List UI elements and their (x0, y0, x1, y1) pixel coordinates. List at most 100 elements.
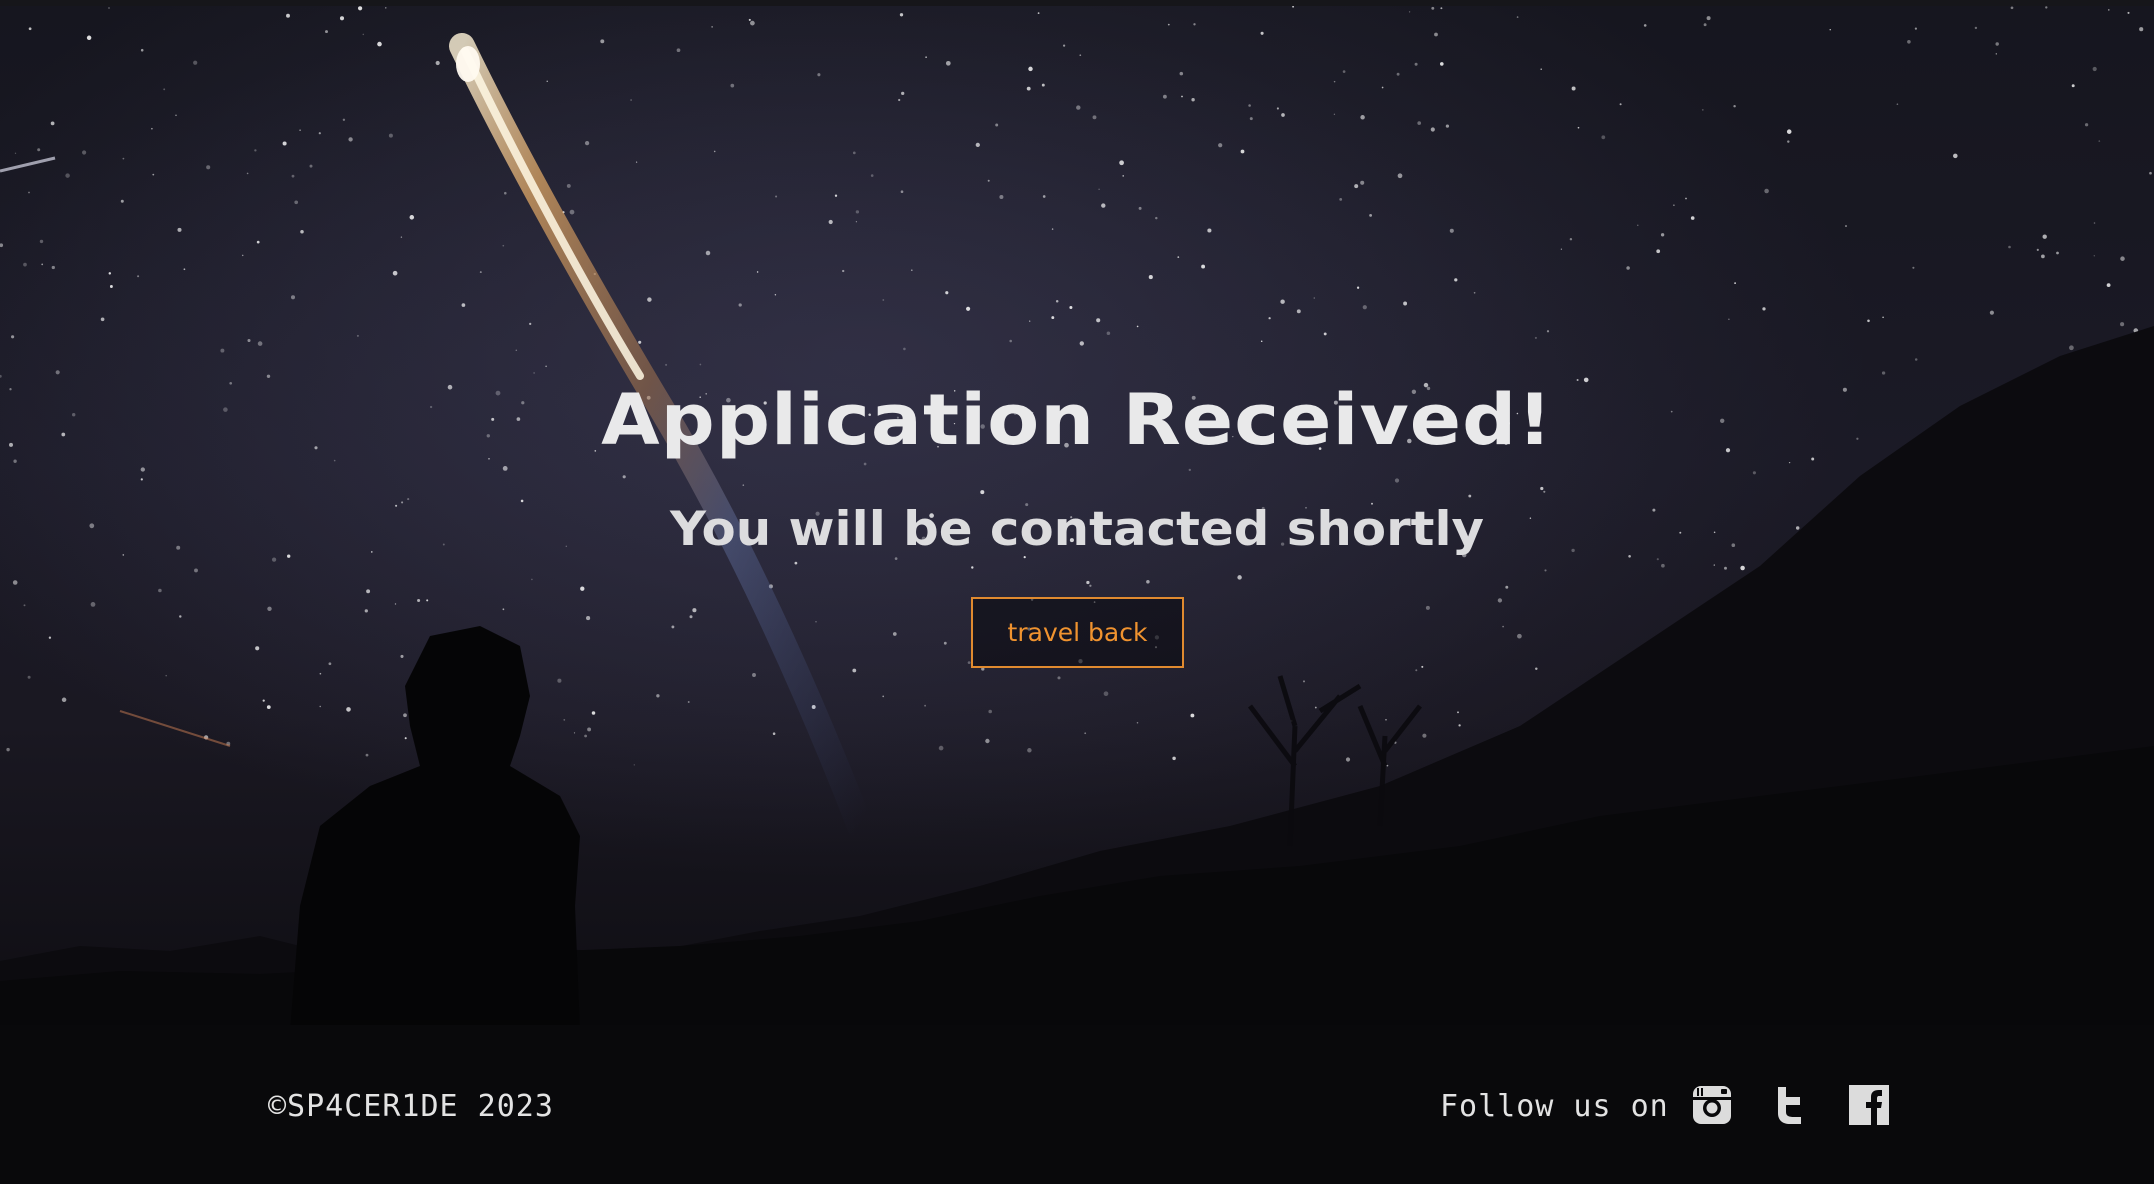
star (1907, 40, 1911, 44)
star (2106, 283, 2111, 287)
star (1313, 297, 1316, 299)
star (529, 322, 532, 326)
star (1385, 718, 1387, 721)
star (1728, 318, 1730, 320)
star (584, 140, 590, 146)
star (241, 254, 244, 257)
star (945, 291, 949, 295)
star (1369, 213, 1373, 217)
star (348, 137, 353, 142)
star (158, 588, 162, 593)
star (1914, 358, 1918, 361)
star (1138, 206, 1142, 210)
star (1643, 24, 1647, 27)
page-title: Application Received! (601, 379, 1553, 461)
star (2045, 6, 2048, 9)
star (1989, 310, 1994, 315)
star (1995, 53, 1997, 55)
star (1458, 724, 1461, 727)
star (282, 141, 287, 146)
star (1431, 6, 1435, 10)
star (165, 674, 167, 677)
star (1626, 266, 1630, 270)
star (1193, 23, 1196, 26)
star (1516, 16, 1519, 18)
star (286, 13, 290, 18)
star (1155, 216, 1158, 220)
star (2149, 171, 2152, 175)
star (774, 294, 777, 296)
star (563, 719, 566, 721)
star (27, 675, 31, 679)
star (1439, 62, 1444, 66)
star (1339, 198, 1343, 201)
star (1497, 598, 1503, 603)
star (987, 179, 990, 182)
star (342, 118, 346, 121)
star (328, 662, 332, 666)
star (566, 183, 571, 188)
star (1354, 184, 1359, 189)
star (247, 338, 251, 343)
star (834, 194, 838, 197)
star (633, 764, 635, 766)
star (1417, 121, 1422, 125)
star (2120, 256, 2125, 261)
star (1333, 113, 1336, 115)
star (1543, 490, 1546, 493)
star (2071, 84, 2075, 88)
facebook-icon[interactable] (1848, 1084, 1890, 1126)
star (394, 603, 397, 605)
star (1042, 195, 1046, 198)
star (461, 303, 466, 307)
star (1051, 228, 1054, 230)
star (1544, 569, 1547, 572)
instagram-icon[interactable] (1691, 1084, 1733, 1126)
star (630, 99, 632, 101)
star (100, 317, 105, 322)
star (1381, 86, 1384, 89)
star (1829, 29, 1831, 31)
star (892, 632, 897, 636)
star (971, 566, 974, 569)
twitter-icon[interactable] (1770, 1084, 1812, 1126)
star (1086, 580, 1090, 585)
star (290, 295, 296, 300)
star (220, 348, 225, 353)
star (1172, 756, 1176, 761)
star (925, 56, 927, 58)
travel-back-button[interactable]: travel back (971, 597, 1184, 668)
star (1092, 115, 1097, 120)
star (319, 672, 322, 675)
star (183, 268, 186, 271)
star (206, 165, 211, 170)
copyright-text: ©SP4CER1DE 2023 (268, 1089, 554, 1124)
star (37, 148, 41, 152)
star (1540, 68, 1542, 70)
star (842, 269, 845, 273)
star (899, 13, 904, 17)
star (2093, 222, 2096, 224)
star (1106, 331, 1111, 336)
star (1914, 27, 1917, 30)
star (1260, 31, 1264, 35)
star (362, 33, 365, 36)
star (1248, 104, 1251, 107)
star (587, 727, 592, 732)
star (1445, 124, 1450, 128)
star (1867, 319, 1870, 323)
star (1098, 188, 1100, 190)
star (267, 606, 272, 612)
star (852, 668, 857, 673)
star (255, 646, 260, 651)
star (404, 737, 407, 740)
star (2010, 6, 2014, 10)
star (1502, 625, 1504, 628)
star (108, 272, 112, 275)
star (1249, 117, 1253, 121)
star (730, 83, 735, 88)
star (2036, 248, 2039, 251)
star (738, 303, 742, 307)
star (1394, 478, 1400, 483)
star (1540, 486, 1544, 491)
